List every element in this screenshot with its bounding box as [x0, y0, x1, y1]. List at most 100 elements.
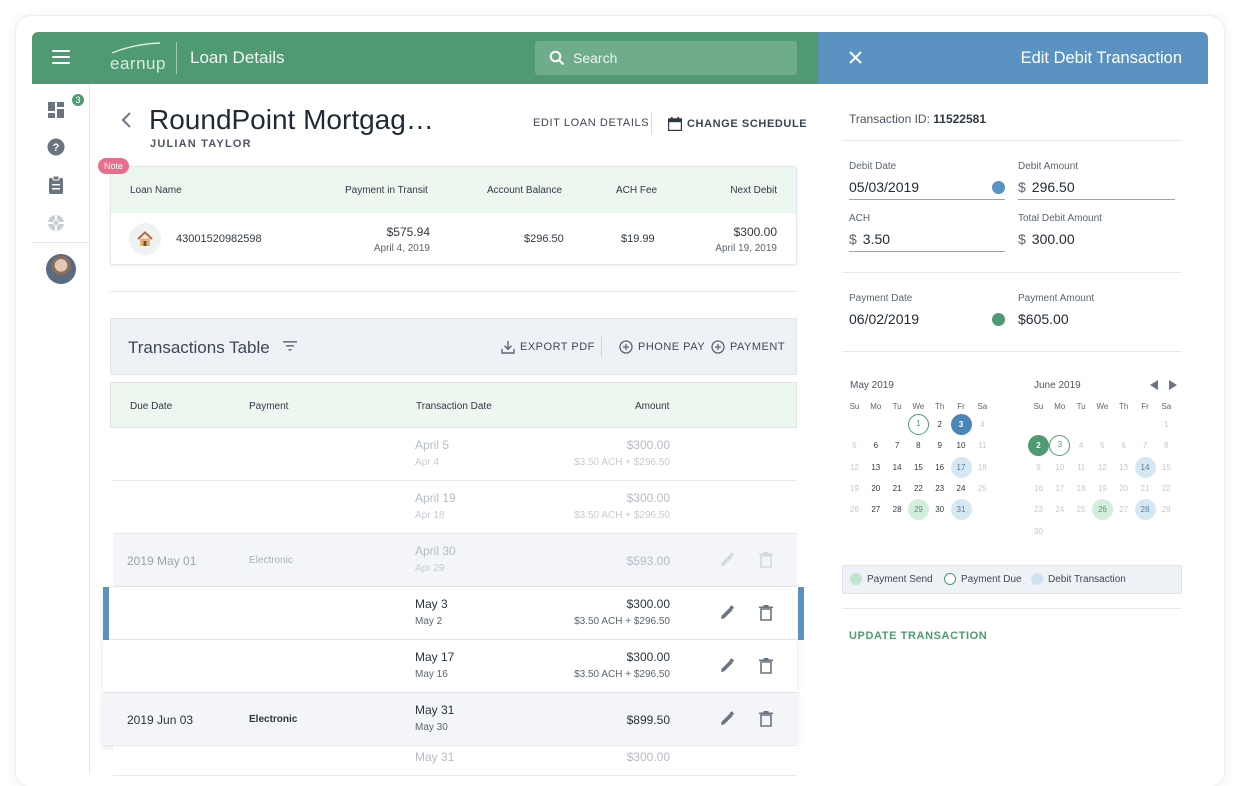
- trash-icon[interactable]: [758, 605, 774, 621]
- calendar-day[interactable]: 30: [1028, 521, 1049, 542]
- trash-icon[interactable]: [758, 552, 774, 568]
- calendar-day[interactable]: 14: [887, 457, 908, 478]
- calendar-day[interactable]: 13: [865, 457, 886, 478]
- calendar-day[interactable]: 6: [1113, 435, 1134, 456]
- next-month-icon[interactable]: [1168, 380, 1178, 390]
- calendar-day[interactable]: 17: [1049, 478, 1070, 499]
- edit-icon[interactable]: [719, 711, 735, 727]
- calendar-day[interactable]: 5: [1092, 435, 1113, 456]
- trash-icon[interactable]: [758, 658, 774, 674]
- calendar-day[interactable]: 7: [887, 435, 908, 456]
- calendar-day[interactable]: 1: [1156, 414, 1177, 435]
- calendar-day[interactable]: 18: [1071, 478, 1092, 499]
- calendar-day[interactable]: 4: [972, 414, 993, 435]
- calendar-day[interactable]: 16: [1028, 478, 1049, 499]
- table-row[interactable]: May 3 May 2 $300.00 $3.50 ACH + $296.50: [103, 587, 804, 640]
- calendar-day[interactable]: 22: [908, 478, 929, 499]
- table-row[interactable]: May 17 May 16 $300.00 $3.50 ACH + $296.50: [103, 640, 797, 693]
- filter-icon[interactable]: [283, 341, 297, 351]
- calendar-day[interactable]: 31: [950, 499, 972, 521]
- transactions-title: Transactions Table: [128, 338, 270, 357]
- calendar-day[interactable]: 12: [844, 457, 865, 478]
- calendar-day[interactable]: 25: [972, 478, 993, 499]
- user-avatar[interactable]: [46, 254, 76, 284]
- calendar-day[interactable]: 21: [1135, 478, 1156, 499]
- calendar-day[interactable]: 9: [1028, 457, 1049, 478]
- table-row[interactable]: 2019 Jun 03 Electronic May 31 May 30 $899.50: [103, 693, 797, 746]
- note-badge[interactable]: Note: [98, 158, 130, 174]
- calendar-day[interactable]: 19: [844, 478, 865, 499]
- calendar-day[interactable]: 24: [951, 478, 972, 499]
- edit-loan-details-button[interactable]: EDIT LOAN DETAILS: [533, 117, 649, 129]
- calendar-day[interactable]: 20: [865, 478, 886, 499]
- help-icon[interactable]: ?: [46, 137, 66, 157]
- dashboard-icon[interactable]: [46, 100, 66, 120]
- calendar-day[interactable]: 24: [1049, 499, 1070, 520]
- menu-icon[interactable]: [52, 50, 70, 64]
- ach-input[interactable]: $3.50: [849, 231, 890, 247]
- calendar-day[interactable]: 28: [887, 499, 908, 520]
- support-icon[interactable]: [46, 213, 66, 233]
- calendar-day[interactable]: 11: [1071, 457, 1092, 478]
- debit-date-input[interactable]: 05/03/2019: [849, 179, 919, 195]
- table-row[interactable]: 2019 May 01 Electronic April 30 Apr 29 $593.…: [113, 534, 797, 587]
- calendar-day[interactable]: 25: [1071, 499, 1092, 520]
- calendar-day[interactable]: 26: [844, 499, 865, 520]
- update-transaction-button[interactable]: UPDATE TRANSACTION: [849, 630, 987, 642]
- calendar-day[interactable]: 15: [1156, 457, 1177, 478]
- calendar-day[interactable]: 7: [1135, 435, 1156, 456]
- calendar-day[interactable]: 17: [950, 456, 972, 478]
- table-row[interactable]: April 5 Apr 4 $300.00 $3.50 ACH + $296.50: [113, 428, 797, 481]
- trash-icon[interactable]: [758, 711, 774, 727]
- calendar-day[interactable]: 3: [1049, 435, 1071, 457]
- calendar-day[interactable]: 15: [908, 457, 929, 478]
- calendar-day[interactable]: 22: [1156, 478, 1177, 499]
- calendar-day[interactable]: 16: [929, 457, 950, 478]
- edit-icon[interactable]: [719, 658, 735, 674]
- close-icon[interactable]: [849, 51, 862, 64]
- calendar-day[interactable]: 26: [1091, 499, 1113, 521]
- edit-icon[interactable]: [719, 552, 735, 568]
- calendar-day[interactable]: 11: [972, 435, 993, 456]
- table-row[interactable]: May 31 $300.00: [113, 746, 797, 776]
- calendar-day[interactable]: 1: [907, 414, 929, 435]
- table-row[interactable]: April 19 Apr 18 $300.00 $3.50 ACH + $296.50: [113, 481, 797, 534]
- calendar-day[interactable]: 4: [1071, 435, 1092, 456]
- calendar-day[interactable]: 18: [972, 457, 993, 478]
- calendar-day[interactable]: 21: [887, 478, 908, 499]
- phone-pay-button[interactable]: PHONE PAY: [619, 340, 705, 354]
- calendar-day[interactable]: 10: [1049, 457, 1070, 478]
- calendar-day[interactable]: 23: [929, 478, 950, 499]
- calendar-day[interactable]: 30: [929, 499, 950, 520]
- calendar-day[interactable]: 10: [951, 435, 972, 456]
- export-pdf-button[interactable]: EXPORT PDF: [501, 340, 595, 354]
- prev-month-icon[interactable]: [1149, 380, 1159, 390]
- calendar-day[interactable]: 13: [1113, 457, 1134, 478]
- calendar-day[interactable]: 8: [908, 435, 929, 456]
- calendar-day[interactable]: 6: [865, 435, 886, 456]
- search-input[interactable]: Search: [535, 41, 797, 75]
- calendar-day[interactable]: 23: [1028, 499, 1049, 520]
- calendar-day[interactable]: 5: [844, 435, 865, 456]
- calendar-day[interactable]: 2: [1028, 435, 1049, 457]
- clipboard-icon[interactable]: [46, 175, 66, 195]
- calendar-day[interactable]: 29: [1156, 499, 1177, 520]
- payment-button[interactable]: PAYMENT: [711, 340, 785, 354]
- calendar-day[interactable]: 27: [865, 499, 886, 520]
- calendar-day[interactable]: 20: [1113, 478, 1134, 499]
- calendar-day[interactable]: 28: [1134, 499, 1156, 521]
- edit-icon[interactable]: [719, 605, 735, 621]
- calendar-day[interactable]: 29: [907, 499, 929, 521]
- calendar-day[interactable]: 3: [950, 414, 972, 435]
- calendar-day[interactable]: 9: [929, 435, 950, 456]
- change-schedule-button[interactable]: CHANGE SCHEDULE: [668, 117, 807, 131]
- loan-summary-row[interactable]: 43001520982598 $575.94 April 4, 2019 $29…: [111, 213, 796, 266]
- calendar-day[interactable]: 8: [1156, 435, 1177, 456]
- calendar-day[interactable]: 14: [1134, 456, 1156, 478]
- calendar-day[interactable]: 19: [1092, 478, 1113, 499]
- back-arrow-icon[interactable]: [120, 112, 132, 128]
- calendar-day[interactable]: 27: [1113, 499, 1134, 520]
- debit-amount-input[interactable]: $296.50: [1018, 179, 1075, 195]
- calendar-day[interactable]: 2: [929, 414, 950, 435]
- calendar-day[interactable]: 12: [1092, 457, 1113, 478]
